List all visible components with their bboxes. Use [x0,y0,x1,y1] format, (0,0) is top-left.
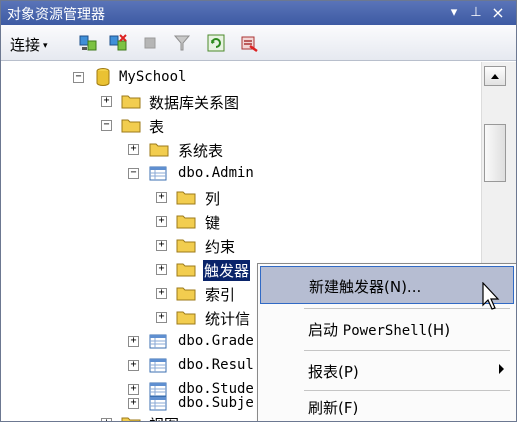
folder-icon [176,263,196,277]
menu-item-label: 报表(P) [308,363,359,381]
tree-node-label: dbo.Grade [178,333,254,349]
tree-node-label: 视图 [149,414,179,421]
window-position-dropdown-icon[interactable]: ▾ [445,3,463,22]
menu-item-label: 刷新(F) [308,399,359,417]
tree-node-label: 列 [205,190,221,208]
folder-icon [149,143,169,157]
tree-node-label: 统计信 [205,310,251,328]
expand-icon[interactable]: + [156,288,167,299]
tree-node-label: dbo.Admin [178,165,254,181]
mouse-cursor-icon [482,282,500,310]
expand-icon[interactable]: + [101,418,112,421]
tree-node-label-selected: 触发器 [203,260,251,281]
collapse-icon[interactable]: − [101,120,112,131]
disconnect-icon[interactable] [108,33,128,53]
menu-separator [304,308,510,309]
tree-node-label: 约束 [205,238,236,256]
powershell-name: PowerShell [342,323,428,339]
sync-icon[interactable] [239,33,259,53]
window-title: 对象资源管理器 [7,7,105,23]
menu-item-label: 启动 PowerShell(H) [308,319,450,340]
title-bar: 对象资源管理器 ▾ ⊥ × [1,1,516,25]
folder-icon [176,311,196,325]
powershell-suffix: (H) [427,321,451,339]
tree-node-label: 表 [149,118,165,136]
folder-icon [176,239,196,253]
refresh-icon[interactable] [206,33,226,53]
tree-node-label: 索引 [205,286,236,304]
expand-icon[interactable]: + [128,398,139,409]
connect-label: 连接 [10,36,41,54]
menu-item-start-powershell[interactable]: 启动 PowerShell(H) [260,310,514,348]
expand-icon[interactable]: + [156,312,167,323]
collapse-icon[interactable]: − [128,168,139,179]
expand-icon[interactable]: + [128,336,139,347]
expand-icon[interactable]: + [128,144,139,155]
folder-icon [121,417,141,421]
connect-dropdown-button[interactable]: 连接 ▾ [10,34,48,55]
folder-icon [176,215,196,229]
menu-separator [304,350,510,351]
menu-item-reports[interactable]: 报表(P) [260,352,514,390]
tree-node-label: 数据库关系图 [149,94,240,112]
expand-icon[interactable]: + [156,216,167,227]
expand-icon[interactable]: + [156,240,167,251]
expand-icon[interactable]: + [156,192,167,203]
arrow-up-icon [491,74,499,79]
menu-item-new-trigger[interactable]: 新建触发器(N)... [260,266,514,304]
chevron-down-icon: ▾ [43,41,48,51]
expand-icon[interactable]: + [156,264,167,275]
expand-icon[interactable]: + [128,360,139,371]
table-icon [149,334,167,349]
tree-node-label: dbo.Subje [178,395,254,411]
stop-icon[interactable] [140,33,160,53]
scroll-thumb[interactable] [484,124,506,182]
folder-icon [121,119,141,133]
close-icon[interactable]: × [489,3,507,22]
powershell-prefix: 启动 [308,321,343,339]
tree-node-label: 键 [205,214,221,232]
collapse-icon[interactable]: − [73,72,84,83]
submenu-arrow-icon [499,364,504,374]
folder-icon [176,287,196,301]
table-icon [149,396,167,411]
tree-node-label: dbo.Resul [178,357,254,373]
folder-icon [121,95,141,109]
menu-item-label: 新建触发器(N)... [309,278,422,296]
table-icon [149,166,167,181]
expand-icon[interactable]: + [128,384,139,395]
database-icon [96,68,110,86]
context-menu: 新建触发器(N)... 启动 PowerShell(H) 报表(P) 刷新(F) [257,263,516,421]
table-icon [149,358,167,373]
connect-object-explorer-icon[interactable] [78,33,98,53]
toolbar: 连接 ▾ [1,25,516,61]
expand-icon[interactable]: + [101,96,112,107]
tree-node-label: 系统表 [178,142,224,160]
tree-node-label: MySchool [119,69,187,85]
filter-icon[interactable] [172,33,192,53]
menu-item-refresh[interactable]: 刷新(F) [260,388,514,421]
auto-hide-pin-icon[interactable]: ⊥ [467,3,485,22]
object-explorer-window: 对象资源管理器 ▾ ⊥ × 连接 ▾ − MySchool + 数据库关系图 −… [0,0,517,422]
folder-icon [176,191,196,205]
scroll-up-button[interactable] [484,66,506,86]
